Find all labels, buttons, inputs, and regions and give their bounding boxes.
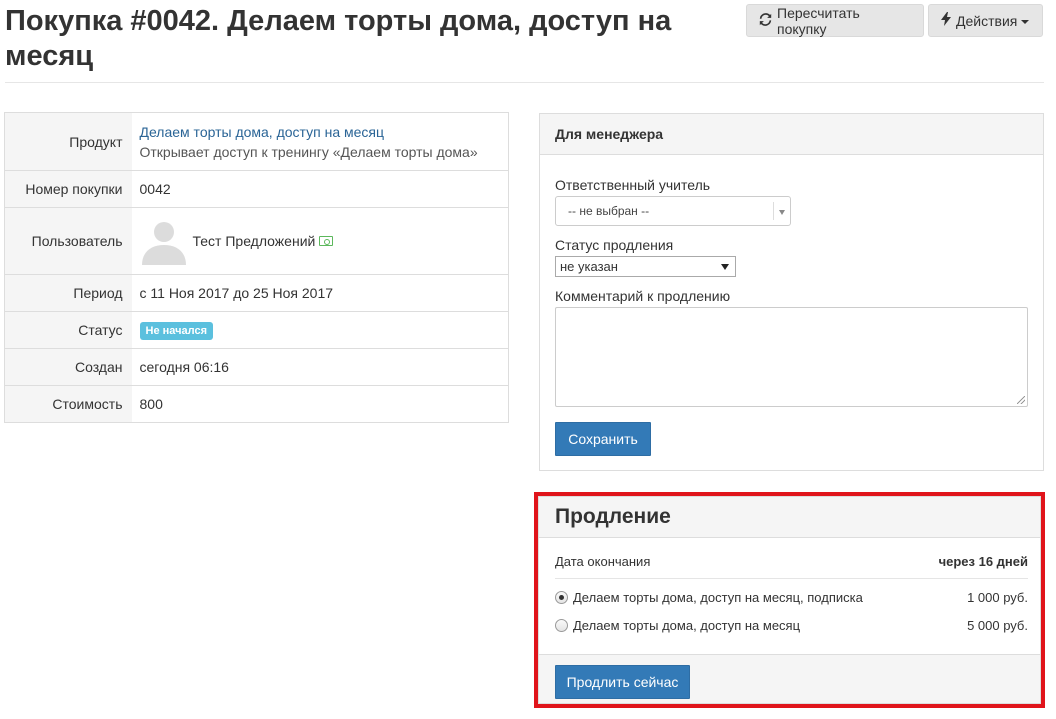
renewal-option-price: 1 000 руб. <box>967 589 1028 605</box>
table-row: Продукт Делаем торты дома, доступ на мес… <box>4 112 509 171</box>
end-date-key: Дата окончания <box>555 554 651 569</box>
resize-grip-icon[interactable] <box>1017 396 1025 404</box>
avatar[interactable] <box>140 217 188 265</box>
radio-selected[interactable] <box>555 590 568 604</box>
teacher-label: Ответственный учитель <box>555 177 711 193</box>
created-value: сегодня 06:16 <box>131 348 509 386</box>
table-row: Статус Не начался <box>4 311 509 349</box>
renewal-option-name: Делаем торты дома, доступ на месяц, подп… <box>573 589 863 605</box>
actions-dropdown-button[interactable]: Действия <box>928 4 1043 37</box>
renewal-option[interactable]: Делаем торты дома, доступ на месяц 5 000… <box>555 614 1028 636</box>
recalc-purchase-label: Пересчитать покупку <box>777 4 860 37</box>
table-row: Пользователь Тест Предложений <box>4 207 509 275</box>
manager-panel: Для менеджера Ответственный учитель -- н… <box>539 113 1044 471</box>
save-button[interactable]: Сохранить <box>555 422 651 456</box>
renewal-option[interactable]: Делаем торты дома, доступ на месяц, подп… <box>555 586 1028 608</box>
money-icon <box>319 236 334 246</box>
lightning-icon <box>941 12 951 29</box>
renew-now-button[interactable]: Продлить сейчас <box>555 665 690 699</box>
purchase-info-table: Продукт Делаем торты дома, доступ на мес… <box>4 112 509 423</box>
table-row: Период с 11 Ноя 2017 до 25 Ноя 2017 <box>4 274 509 312</box>
end-date-value: через 16 дней <box>938 554 1028 569</box>
user-key: Пользователь <box>4 207 132 275</box>
refresh-icon <box>759 12 772 29</box>
teacher-select[interactable]: -- не выбран -- <box>555 196 791 226</box>
status-key: Статус <box>4 311 132 349</box>
actions-label: Действия <box>956 12 1018 29</box>
comment-label: Комментарий к продлению <box>555 288 731 304</box>
product-key: Продукт <box>4 112 132 171</box>
period-key: Период <box>4 274 132 312</box>
page-title: Покупка #0042. Делаем торты дома, доступ… <box>5 5 672 72</box>
product-description: Открывает доступ к тренингу «Делаем торт… <box>139 143 478 160</box>
caret-down-icon <box>1021 19 1030 24</box>
table-row: Стоимость 800 <box>4 385 509 423</box>
period-value: с 11 Ноя 2017 до 25 Ноя 2017 <box>131 274 509 312</box>
cost-key: Стоимость <box>4 385 132 423</box>
manager-panel-title: Для менеджера <box>540 114 1043 155</box>
recalc-purchase-button[interactable]: Пересчитать покупку <box>746 4 924 37</box>
renewal-option-name: Делаем торты дома, доступ на месяц <box>573 617 801 633</box>
renewal-panel: Продление Дата окончания через 16 дней Д… <box>538 496 1041 704</box>
renewal-title: Продление <box>539 497 1040 538</box>
created-key: Создан <box>4 348 132 386</box>
number-value: 0042 <box>131 170 509 208</box>
renewal-status-value: не указан <box>560 259 618 274</box>
renewal-option-price: 5 000 руб. <box>967 617 1028 633</box>
table-row: Номер покупки 0042 <box>4 170 509 208</box>
renewal-status-select[interactable]: не указан <box>555 256 736 277</box>
end-date-row: Дата окончания через 16 дней <box>555 554 1028 576</box>
chevron-down-icon <box>779 210 785 215</box>
table-row: Создан сегодня 06:16 <box>4 348 509 386</box>
comment-textarea[interactable] <box>555 307 1028 407</box>
product-link[interactable]: Делаем торты дома, доступ на месяц <box>140 122 509 142</box>
chevron-down-icon <box>721 264 729 270</box>
renewal-footer: Продлить сейчас <box>539 654 1040 703</box>
header-divider <box>5 82 1044 83</box>
cost-value: 800 <box>131 385 509 423</box>
user-name[interactable]: Тест Предложений <box>193 233 316 249</box>
radio-unselected[interactable] <box>555 618 568 632</box>
renewal-status-label: Статус продления <box>555 237 674 253</box>
number-key: Номер покупки <box>4 170 132 208</box>
status-badge: Не начался <box>139 321 213 340</box>
teacher-select-value: -- не выбран -- <box>568 204 650 218</box>
